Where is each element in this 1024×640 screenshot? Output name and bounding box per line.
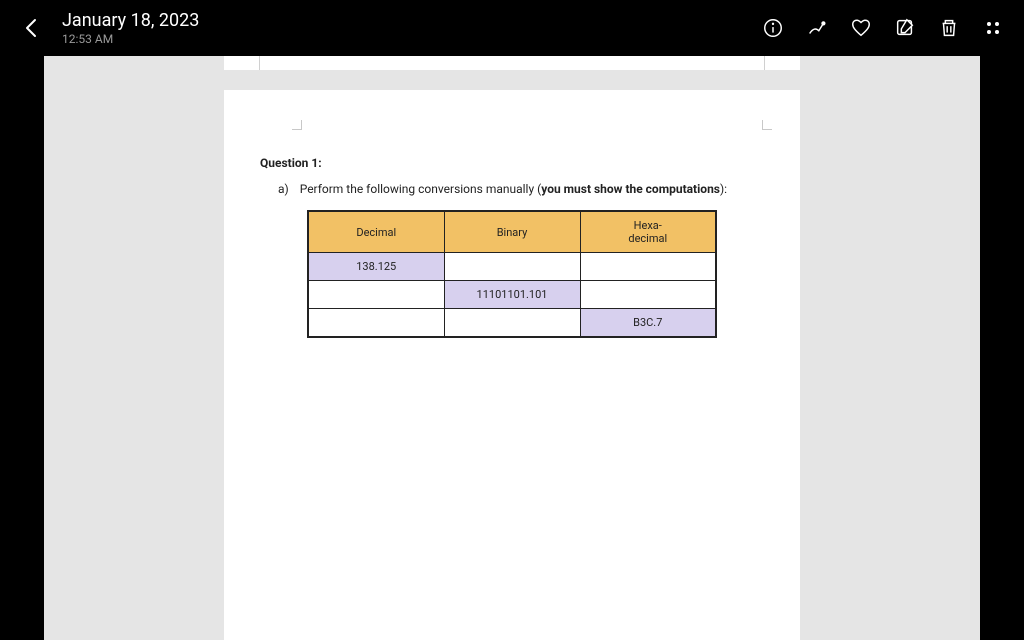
cell-hex: B3C.7 — [580, 309, 716, 338]
edit-icon — [894, 17, 916, 39]
table-row: 138.125 — [308, 253, 716, 281]
back-button[interactable] — [20, 16, 44, 40]
note-time: 12:53 AM — [62, 32, 199, 46]
sub-a-prefix: a) — [278, 182, 289, 196]
more-button[interactable] — [982, 17, 1004, 39]
sub-a-text-after: ): — [720, 182, 727, 196]
chevron-left-icon — [20, 16, 44, 40]
cell-decimal — [308, 309, 444, 338]
cell-binary — [444, 253, 580, 281]
draw-button[interactable] — [806, 17, 828, 39]
cell-decimal: 138.125 — [308, 253, 444, 281]
col-binary: Binary — [444, 211, 580, 253]
question-sub-a: a) Perform the following conversions man… — [260, 182, 764, 196]
cell-binary: 11101101.101 — [444, 281, 580, 309]
info-button[interactable] — [762, 17, 784, 39]
table-row: 11101101.101 — [308, 281, 716, 309]
cell-decimal — [308, 281, 444, 309]
toolbar-icons — [762, 17, 1004, 39]
note-date: January 18, 2023 — [62, 10, 199, 32]
table-row: B3C.7 — [308, 309, 716, 338]
sub-a-bold: you must show the computations — [541, 182, 720, 196]
heart-icon — [850, 17, 872, 39]
favorite-button[interactable] — [850, 17, 872, 39]
cell-hex — [580, 253, 716, 281]
delete-button[interactable] — [938, 17, 960, 39]
info-icon — [762, 17, 784, 39]
conversion-table: Decimal Binary Hexa- decimal 138.125 111… — [307, 210, 717, 338]
grid-dots-icon — [987, 22, 1000, 35]
crop-mark-top-left — [292, 120, 302, 130]
table-header-row: Decimal Binary Hexa- decimal — [308, 211, 716, 253]
cell-hex — [580, 281, 716, 309]
trash-icon — [938, 17, 960, 39]
draw-icon — [806, 17, 828, 39]
cell-binary — [444, 309, 580, 338]
question-title: Question 1: — [260, 156, 764, 170]
document-canvas[interactable]: Question 1: a) Perform the following con… — [44, 0, 980, 640]
title-block: January 18, 2023 12:53 AM — [62, 10, 199, 47]
sub-a-text-before: Perform the following conversions manual… — [300, 182, 542, 196]
col-hex: Hexa- decimal — [580, 211, 716, 253]
top-bar: January 18, 2023 12:53 AM — [0, 0, 1024, 56]
crop-mark-top-right — [762, 120, 772, 130]
edit-button[interactable] — [894, 17, 916, 39]
document-page: Question 1: a) Perform the following con… — [224, 90, 800, 640]
col-decimal: Decimal — [308, 211, 444, 253]
